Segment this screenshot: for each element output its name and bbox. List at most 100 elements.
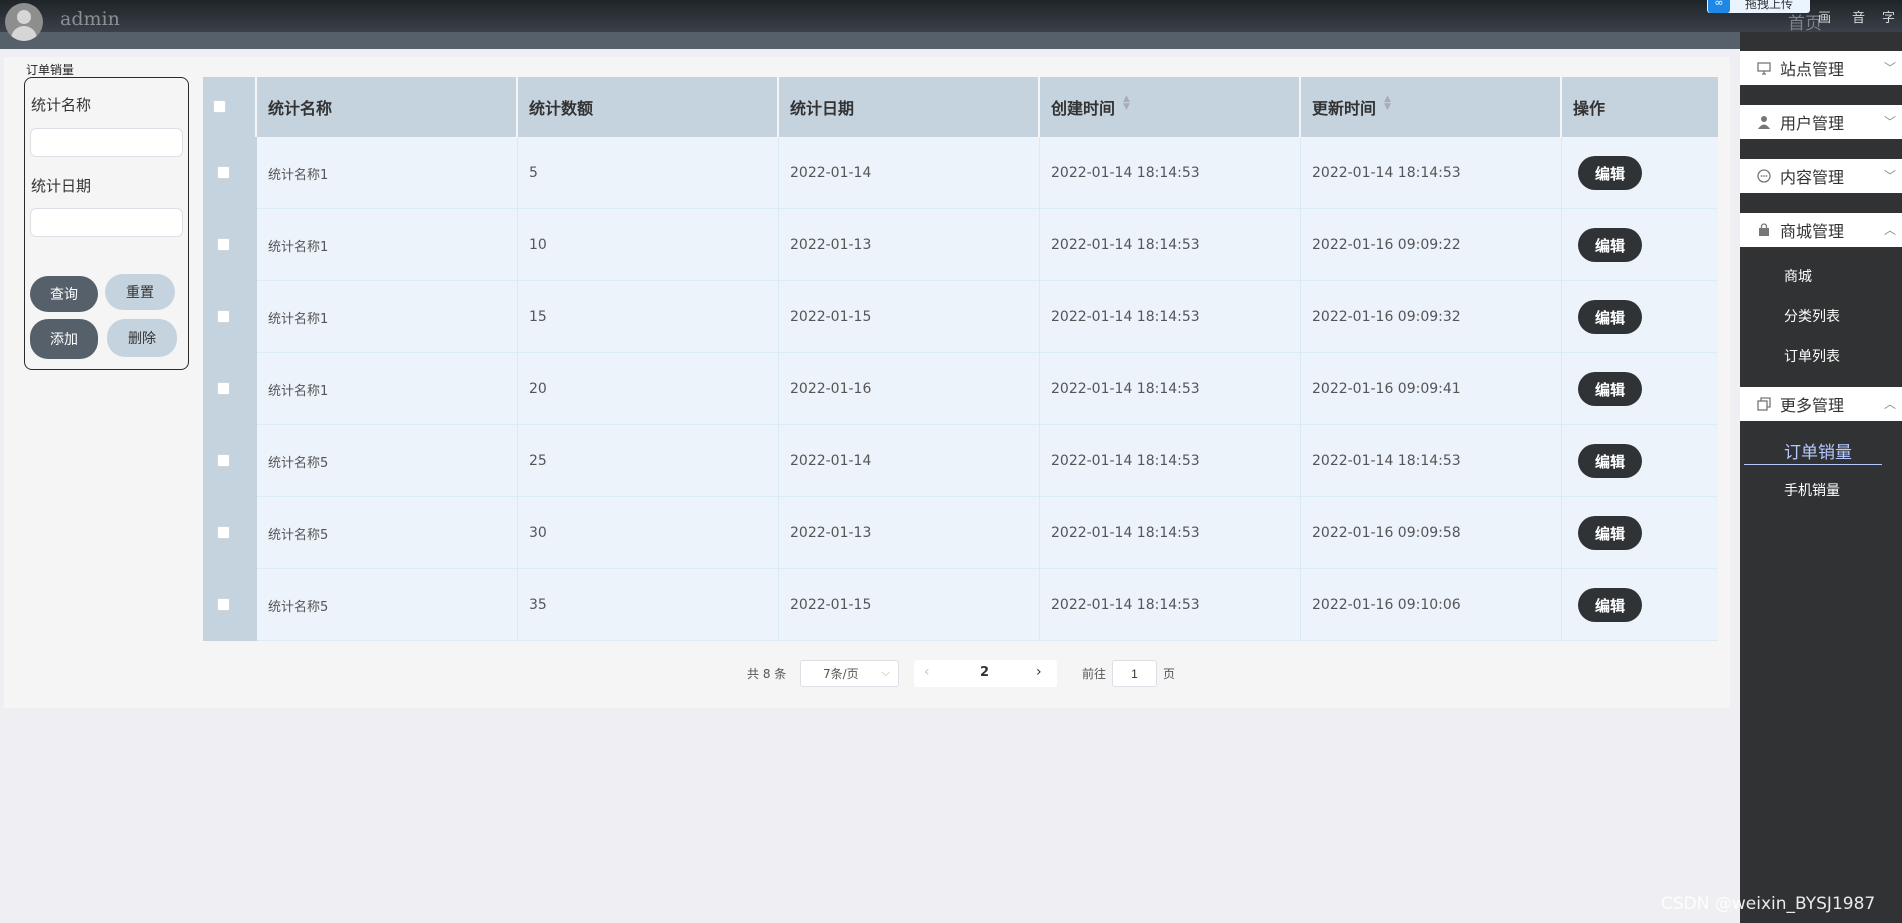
- prev-page-button[interactable]: ‹: [924, 664, 930, 680]
- sort-icon[interactable]: ▲ ▼: [1123, 95, 1130, 112]
- avatar-body-shape: [11, 26, 37, 41]
- row-checkbox[interactable]: [217, 526, 230, 539]
- row-select-cell: [203, 569, 257, 641]
- cell-name: 统计名称1: [257, 209, 518, 281]
- cell-date: 2022-01-14: [779, 137, 1040, 209]
- cell-created: 2022-01-14 18:14:53: [1040, 425, 1301, 497]
- edit-button[interactable]: 编辑: [1578, 372, 1642, 406]
- cloud-upload-icon: ∞: [1708, 0, 1730, 13]
- goto-page-input[interactable]: [1112, 660, 1157, 687]
- page-unit-label: 页: [1163, 667, 1176, 681]
- cell-actions: 编辑: [1562, 209, 1718, 281]
- table-row: 统计名称5 35 2022-01-15 2022-01-14 18:14:53 2022…: [203, 569, 1718, 641]
- top-link-3[interactable]: 字: [1882, 7, 1895, 26]
- copy-icon: [1756, 396, 1772, 412]
- reset-button[interactable]: 重置: [105, 274, 175, 310]
- cell-updated: 2022-01-16 09:09:22: [1301, 209, 1562, 281]
- cell-updated: 2022-01-14 18:14:53: [1301, 425, 1562, 497]
- cell-amount: 5: [518, 137, 779, 209]
- page-size-select[interactable]: 7条/页 ⌵: [800, 660, 899, 687]
- name-input[interactable]: [30, 128, 183, 157]
- col-header-created[interactable]: 创建时间 ▲ ▼: [1040, 77, 1301, 137]
- chevron-up-icon: ︿: [1883, 397, 1896, 411]
- current-page-number[interactable]: 2: [980, 665, 989, 680]
- edit-button[interactable]: 编辑: [1578, 156, 1642, 190]
- goto-label: 前往: [1082, 667, 1107, 681]
- cell-name: 统计名称1: [257, 137, 518, 209]
- cell-name: 统计名称1: [257, 353, 518, 425]
- next-page-button[interactable]: ›: [1036, 664, 1042, 680]
- table-row: 统计名称5 25 2022-01-14 2022-01-14 18:14:53 2022…: [203, 425, 1718, 497]
- watermark: CSDN @weixin_BYSJ1987: [1661, 894, 1876, 914]
- page-size-value: 7条/页: [823, 667, 859, 681]
- row-select-cell: [203, 281, 257, 353]
- col-header-label: 统计日期: [790, 99, 855, 118]
- row-select-cell: [203, 425, 257, 497]
- menu-content-management[interactable]: 内容管理 ﹀: [1740, 159, 1902, 193]
- sort-icon[interactable]: ▲ ▼: [1384, 95, 1391, 112]
- shop-bag-icon: [1756, 222, 1772, 238]
- pagination-total: 共 8 条: [747, 667, 787, 681]
- menu-user-management[interactable]: 用户管理 ﹀: [1740, 105, 1902, 139]
- cell-created: 2022-01-14 18:14:53: [1040, 569, 1301, 641]
- sidebar-item-order-list[interactable]: 订单列表: [1784, 346, 1840, 366]
- cell-amount: 25: [518, 425, 779, 497]
- query-button[interactable]: 查询: [30, 276, 98, 312]
- edit-button[interactable]: 编辑: [1578, 516, 1642, 550]
- cell-actions: 编辑: [1562, 497, 1718, 569]
- select-all-checkbox[interactable]: [213, 100, 226, 113]
- cell-name: 统计名称5: [257, 425, 518, 497]
- sidebar-item-shop[interactable]: 商城: [1784, 266, 1812, 286]
- add-button[interactable]: 添加: [30, 319, 98, 359]
- cell-date: 2022-01-15: [779, 569, 1040, 641]
- chat-icon: [1756, 168, 1772, 184]
- top-header: [0, 0, 1902, 32]
- table-row: 统计名称1 10 2022-01-13 2022-01-14 18:14:53 2022…: [203, 209, 1718, 281]
- username: admin: [60, 8, 120, 30]
- sidebar-item-phone-sales[interactable]: 手机销量: [1784, 480, 1840, 500]
- avatar[interactable]: [5, 3, 43, 41]
- cell-created: 2022-01-14 18:14:53: [1040, 209, 1301, 281]
- date-label: 统计日期: [31, 177, 92, 195]
- name-label: 统计名称: [31, 96, 92, 114]
- sidebar-item-order-sales[interactable]: 订单销量: [1784, 438, 1852, 463]
- table-row: 统计名称1 20 2022-01-16 2022-01-14 18:14:53 2022…: [203, 353, 1718, 425]
- chevron-down-icon: ﹀: [1883, 115, 1896, 129]
- active-item-underline: [1744, 464, 1882, 465]
- col-header-amount: 统计数额: [518, 77, 779, 137]
- cell-updated: 2022-01-16 09:09:32: [1301, 281, 1562, 353]
- edit-button[interactable]: 编辑: [1578, 228, 1642, 262]
- table-row: 统计名称1 15 2022-01-15 2022-01-14 18:14:53 2022…: [203, 281, 1718, 353]
- row-checkbox[interactable]: [217, 310, 230, 323]
- row-checkbox[interactable]: [217, 238, 230, 251]
- chevron-down-icon: ﹀: [1883, 61, 1896, 75]
- top-link-2[interactable]: 音: [1852, 7, 1865, 26]
- col-header-date: 统计日期: [779, 77, 1040, 137]
- cell-updated: 2022-01-16 09:10:06: [1301, 569, 1562, 641]
- home-link[interactable]: 首页: [1788, 9, 1822, 34]
- chevron-up-icon: ︿: [1883, 223, 1896, 237]
- row-checkbox[interactable]: [217, 598, 230, 611]
- row-checkbox[interactable]: [217, 454, 230, 467]
- cell-amount: 10: [518, 209, 779, 281]
- menu-site-management[interactable]: 站点管理 ﹀: [1740, 51, 1902, 85]
- delete-button[interactable]: 删除: [107, 319, 177, 357]
- top-link-1[interactable]: 画: [1818, 7, 1831, 26]
- chevron-down-icon: ﹀: [1883, 169, 1896, 183]
- edit-button[interactable]: 编辑: [1578, 588, 1642, 622]
- date-input[interactable]: [30, 208, 183, 237]
- table-row: 统计名称1 5 2022-01-14 2022-01-14 18:14:53 2022-…: [203, 137, 1718, 209]
- sidebar-item-category-list[interactable]: 分类列表: [1784, 306, 1840, 326]
- monitor-icon: [1756, 60, 1772, 76]
- row-checkbox[interactable]: [217, 166, 230, 179]
- menu-shop-management[interactable]: 商城管理 ︿: [1740, 213, 1902, 247]
- edit-button[interactable]: 编辑: [1578, 300, 1642, 334]
- col-header-updated[interactable]: 更新时间 ▲ ▼: [1301, 77, 1562, 137]
- menu-more-management[interactable]: 更多管理 ︿: [1740, 387, 1902, 421]
- cell-actions: 编辑: [1562, 425, 1718, 497]
- row-divider: [257, 640, 1718, 641]
- edit-button[interactable]: 编辑: [1578, 444, 1642, 478]
- col-header-actions: 操作: [1562, 77, 1718, 137]
- row-checkbox[interactable]: [217, 382, 230, 395]
- menu-label: 用户管理: [1780, 114, 1845, 133]
